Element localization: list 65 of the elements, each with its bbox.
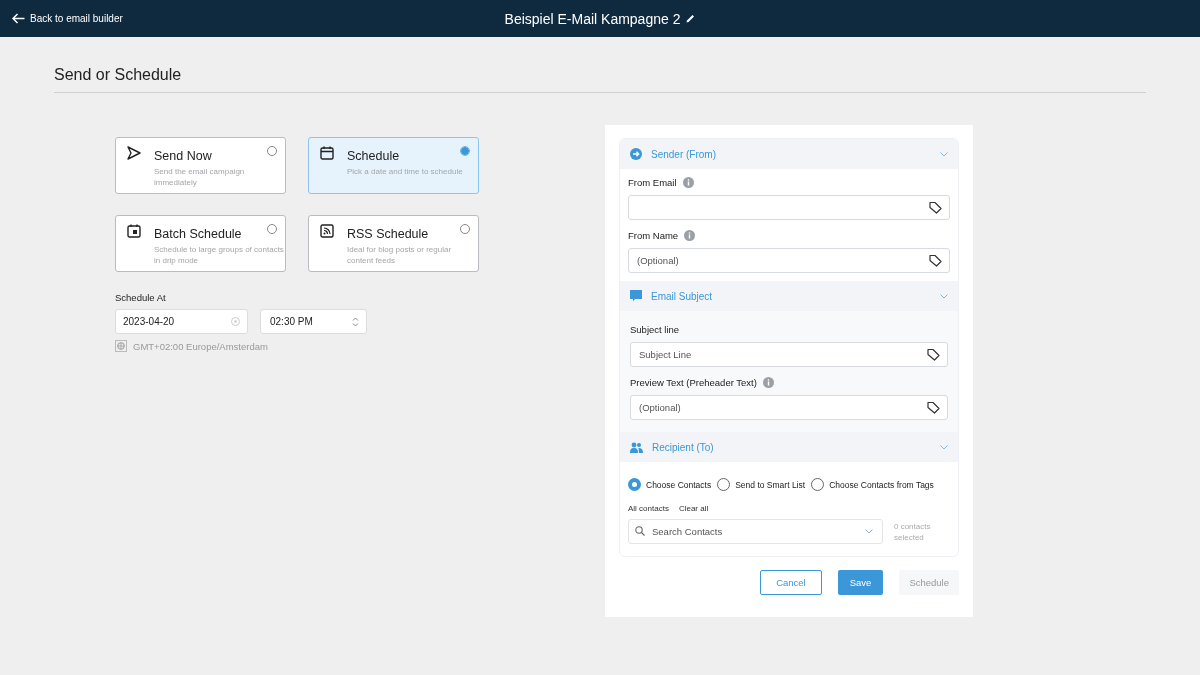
globe-icon — [115, 340, 127, 352]
field-label: From Name — [628, 229, 679, 241]
option-title: RSS Schedule — [347, 227, 429, 241]
contacts-count: 0 contacts selected — [894, 520, 932, 543]
clear-icon[interactable] — [231, 317, 240, 326]
chevron-down-icon[interactable] — [865, 529, 873, 534]
campaign-title: Beispiel E-Mail Kampagne 2 — [504, 10, 681, 27]
arrow-circle-icon — [630, 148, 642, 160]
date-field[interactable]: 2023-04-20 — [115, 309, 248, 334]
input-field[interactable]: (Optional) — [628, 248, 950, 273]
option-description: Pick a date and time to schedule — [347, 166, 464, 177]
send-icon — [127, 146, 141, 160]
timezone-label: GMT+02:00 Europe/Amsterdam — [133, 340, 268, 352]
info-icon — [682, 176, 694, 188]
radio-button[interactable] — [811, 478, 825, 491]
radio-option[interactable]: Send to Smart List — [717, 478, 806, 491]
rss-icon — [320, 224, 334, 238]
info-icon — [762, 376, 774, 388]
tag-icon — [927, 401, 940, 414]
radio-button[interactable] — [267, 224, 277, 234]
chevron-down-icon[interactable] — [940, 151, 948, 157]
calendar-icon — [127, 224, 141, 238]
radio-option[interactable]: Choose Contacts — [628, 478, 712, 491]
pencil-icon[interactable] — [686, 14, 696, 23]
stepper-icon[interactable] — [352, 316, 359, 327]
chevron-down-icon[interactable] — [940, 444, 948, 450]
tag-icon — [927, 348, 940, 361]
calendar-icon — [320, 146, 334, 160]
search-icon — [635, 526, 645, 536]
radio-button[interactable] — [267, 146, 277, 156]
option-title: Batch Schedule — [154, 227, 242, 241]
option-card[interactable]: Batch Schedule Schedule to large groups of contacts in drip mode — [115, 215, 286, 272]
info-icon — [684, 229, 696, 241]
radio-option[interactable]: Choose Contacts from Tags — [811, 478, 934, 491]
option-description: Ideal for blog posts or regular content feeds — [347, 244, 453, 266]
tag-icon — [929, 254, 942, 267]
field-label: From Email — [628, 176, 677, 188]
option-title: Send Now — [154, 149, 212, 163]
contacts-link[interactable]: Clear all — [678, 504, 709, 513]
input-field[interactable] — [628, 195, 950, 220]
radio-button[interactable] — [460, 224, 470, 234]
option-card[interactable]: RSS Schedule Ideal for blog posts or regular content feeds — [308, 215, 479, 272]
contacts-link[interactable]: All contacts — [628, 504, 669, 513]
back-link[interactable]: Back to email builder — [12, 13, 123, 24]
radio-button[interactable] — [717, 478, 731, 491]
option-card[interactable]: Send Now Send the email campaign immediately — [115, 137, 286, 194]
input-field[interactable]: Subject Line — [630, 342, 948, 367]
chat-icon — [630, 290, 642, 302]
field-label: Subject line — [630, 323, 680, 335]
people-icon — [630, 441, 643, 453]
option-description: Schedule to large groups of contacts in drip mode — [154, 244, 285, 266]
field-label: Preview Text (Preheader Text) — [630, 376, 757, 388]
option-description: Send the email campaign immediately — [154, 166, 246, 188]
schedule-at-label: Schedule At — [115, 292, 167, 303]
input-field[interactable]: (Optional) — [630, 395, 948, 420]
search-field[interactable]: Search Contacts — [628, 519, 883, 544]
time-field[interactable]: 02:30 PM — [260, 309, 367, 334]
page-title: Send or Schedule — [54, 37, 1146, 93]
chevron-down-icon[interactable] — [940, 293, 948, 299]
arrow-left-icon — [12, 13, 25, 24]
option-card[interactable]: Schedule Pick a date and time to schedule — [308, 137, 479, 194]
radio-button[interactable] — [628, 478, 641, 491]
tag-icon — [929, 201, 942, 214]
radio-button[interactable] — [460, 146, 470, 156]
option-title: Schedule — [347, 149, 400, 163]
